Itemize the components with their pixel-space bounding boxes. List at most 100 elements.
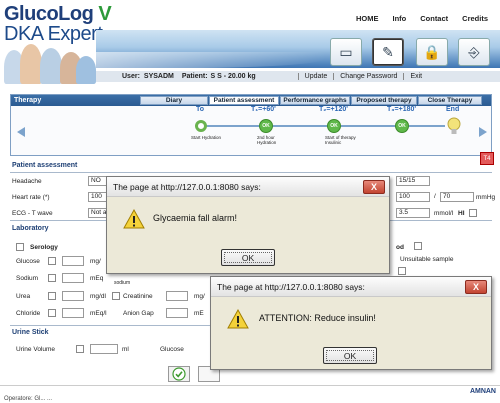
headache-label: Headache xyxy=(12,178,42,185)
creatinine-label: Creatinine xyxy=(123,293,153,300)
timeline-time: End xyxy=(446,106,460,113)
chloride-checkbox[interactable] xyxy=(48,309,56,317)
urine-volume-checkbox[interactable] xyxy=(76,345,84,353)
urine-volume-field[interactable] xyxy=(90,344,118,354)
dialog-message: Glycaemia fall alarm! xyxy=(153,213,238,223)
tab-performance-graphs[interactable]: Performance graphs xyxy=(280,96,350,105)
footer: Operatore: Gl... ... AMNAN xyxy=(0,385,500,403)
ok-check-icon: OK xyxy=(259,119,273,133)
footer-left-text: Operatore: Gl... ... xyxy=(4,396,53,402)
close-icon[interactable]: X xyxy=(363,180,385,194)
potassium-unit: mmol/l xyxy=(434,210,454,217)
exit-door-icon[interactable]: ⎆ xyxy=(458,38,490,66)
glycaemia-alert-dialog: The page at http://127.0.0.1:8080 says: … xyxy=(106,176,390,274)
sodium-field[interactable] xyxy=(62,273,84,283)
monitor-icon[interactable]: ▭ xyxy=(330,38,362,66)
blood-checkbox[interactable] xyxy=(414,242,422,250)
timeline-next-arrow[interactable] xyxy=(479,127,487,137)
nav-credits[interactable]: Credits xyxy=(462,14,488,23)
chloride-field[interactable] xyxy=(62,308,84,318)
timeline-sub: Start Hydration xyxy=(191,135,222,140)
serology-label: Serology xyxy=(30,244,58,251)
unsuitable-sample-label: Unsuitable sample xyxy=(400,256,454,263)
anion-gap-label: Anion Gap xyxy=(123,310,154,317)
dialog-title: The page at http://127.0.0.1:8080 says: xyxy=(211,277,491,297)
laboratory-title: Laboratory xyxy=(12,225,49,232)
tab-diary[interactable]: Diary xyxy=(140,96,208,105)
top-nav: HOME Info Contact Credits xyxy=(356,14,488,23)
edit-document-icon[interactable]: ✎ xyxy=(372,38,404,66)
logo-v: V xyxy=(98,3,112,25)
urine-title: Urine Stick xyxy=(12,329,49,336)
glucose-unit: mg/ xyxy=(90,258,101,265)
timeline-time: T₁=+60' xyxy=(251,106,276,113)
therapy-timeline: To Start Hydration T₁=+60' OK 2nd hour H… xyxy=(11,106,491,157)
user-label: User: xyxy=(122,73,140,80)
potassium-field[interactable]: 3.5 xyxy=(396,208,430,218)
heart-rate-label: Heart rate (*) xyxy=(12,194,50,201)
lock-icon[interactable]: 🔒 xyxy=(416,38,448,66)
unsuitable-checkbox[interactable] xyxy=(398,267,406,275)
creatinine-unit: mg/ xyxy=(194,293,205,300)
bp-diastolic-field[interactable]: 70 xyxy=(440,192,474,202)
urine-glucose-label: Glucose xyxy=(160,346,184,353)
bp-separator: / xyxy=(434,193,436,200)
confirm-button[interactable] xyxy=(168,366,190,382)
glucose-label: Glucose xyxy=(16,258,40,265)
timeline-segment xyxy=(409,125,445,127)
therapy-tab-bar: Therapy Diary Patient assessment Perform… xyxy=(11,95,491,106)
sodium-unit: mEq xyxy=(90,275,104,282)
anion-gap-unit: mE xyxy=(194,310,204,317)
glucose-checkbox[interactable] xyxy=(48,257,56,265)
blood-label: od xyxy=(396,244,404,251)
ok-button[interactable]: OK xyxy=(221,249,275,266)
sodium-checkbox[interactable] xyxy=(48,274,56,282)
hi-checkbox[interactable] xyxy=(469,209,477,217)
timeline-segment xyxy=(207,125,259,127)
urea-field[interactable] xyxy=(62,291,84,301)
ok-button[interactable]: OK xyxy=(323,347,377,364)
timeline-prev-arrow[interactable] xyxy=(17,127,25,137)
nav-info[interactable]: Info xyxy=(392,14,406,23)
urea-label: Urea xyxy=(16,293,31,300)
nav-contact[interactable]: Contact xyxy=(420,14,448,23)
tab-patient-assessment[interactable]: Patient assessment xyxy=(209,96,279,105)
creatinine-checkbox[interactable] xyxy=(112,292,120,300)
timeline-segment xyxy=(273,125,327,127)
urea-unit: mg/dl xyxy=(90,293,106,300)
header: GlucoLog V DKA Expert HOME Info Contact … xyxy=(0,0,500,84)
tab-proposed-therapy[interactable]: Proposed therapy xyxy=(351,96,417,105)
node-circle xyxy=(195,120,207,132)
dialog-title: The page at http://127.0.0.1:8080 says: xyxy=(107,177,389,197)
patient-value: S S - 20.00 kg xyxy=(210,73,256,80)
creatinine-field[interactable] xyxy=(166,291,188,301)
update-link[interactable]: Update xyxy=(297,73,334,80)
assessment-title: Patient assessment xyxy=(12,162,78,169)
lightbulb-icon xyxy=(447,117,461,134)
bp-systolic-field[interactable]: 100 xyxy=(396,192,430,202)
therapy-panel: Therapy Diary Patient assessment Perform… xyxy=(10,94,492,156)
sodium-label: Sodium xyxy=(16,275,39,282)
logo-glucolog: GlucoLog xyxy=(4,3,94,25)
urine-volume-label: Urine Volume xyxy=(16,346,56,353)
change-password-link[interactable]: Change Password xyxy=(333,73,403,80)
sodium-col2-label: sodium xyxy=(114,280,131,286)
reduce-insulin-dialog: The page at http://127.0.0.1:8080 says: … xyxy=(210,276,492,370)
therapy-title: Therapy xyxy=(14,97,42,104)
gcs-field[interactable]: 15/15 xyxy=(396,176,430,186)
user-bar: User: SYSADM Patient: S S - 20.00 kg Upd… xyxy=(96,70,500,82)
timeline-sub: 2nd hour Hydration xyxy=(257,135,277,145)
serology-checkbox[interactable] xyxy=(16,243,24,251)
bp-unit: mmHg xyxy=(476,194,496,201)
exit-link[interactable]: Exit xyxy=(403,73,428,80)
ecg-label: ECG - T wave xyxy=(12,210,53,217)
close-icon[interactable]: X xyxy=(465,280,487,294)
glucose-field[interactable] xyxy=(62,256,84,266)
urine-volume-unit: ml xyxy=(122,346,129,353)
anion-gap-field[interactable] xyxy=(166,308,188,318)
urea-checkbox[interactable] xyxy=(48,292,56,300)
footer-brand: AMNAN xyxy=(469,388,496,395)
tab-close-therapy[interactable]: Close Therapy xyxy=(418,96,482,105)
patient-label: Patient: xyxy=(181,73,208,80)
nav-home[interactable]: HOME xyxy=(356,14,379,23)
